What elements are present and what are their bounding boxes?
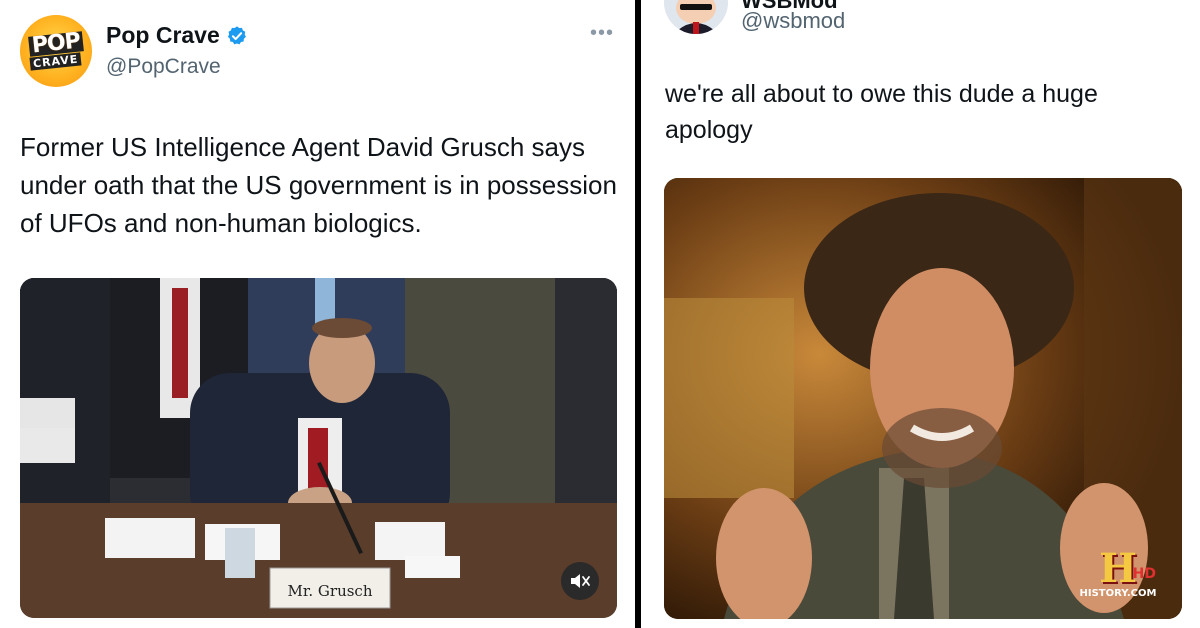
tweet-image-meme[interactable]: H HD HISTORY.COM [664,178,1182,619]
history-logo-hd: HD [1132,566,1156,582]
witness-nameplate: Mr. Grusch [288,582,373,600]
tweet-video-hearing[interactable]: Mr. Grusch [20,278,617,618]
author-handle[interactable]: @PopCrave [106,55,221,79]
tweet-text-right: we're all about to owe this dude a huge … [665,80,1098,144]
left-tweet: POP CRAVE Pop Crave @PopCrave ••• Former… [0,0,635,628]
author-display-name[interactable]: Pop Crave [106,22,220,49]
history-channel-logo: H HD HISTORY.COM [1076,549,1160,600]
author-handle-right[interactable]: @wsbmod [741,8,845,34]
popcrave-avatar[interactable]: POP CRAVE [20,15,92,87]
hearing-video-frame: Mr. Grusch [20,278,617,618]
history-logo-url: HISTORY.COM [1079,588,1157,599]
author-name-row: Pop Crave [106,22,248,49]
verified-badge-icon [227,25,246,44]
more-options-icon[interactable]: ••• [590,22,614,45]
speaker-muted-icon[interactable] [561,562,599,600]
tweet-text: Former US Intelligence Agent David Grusc… [20,132,617,238]
